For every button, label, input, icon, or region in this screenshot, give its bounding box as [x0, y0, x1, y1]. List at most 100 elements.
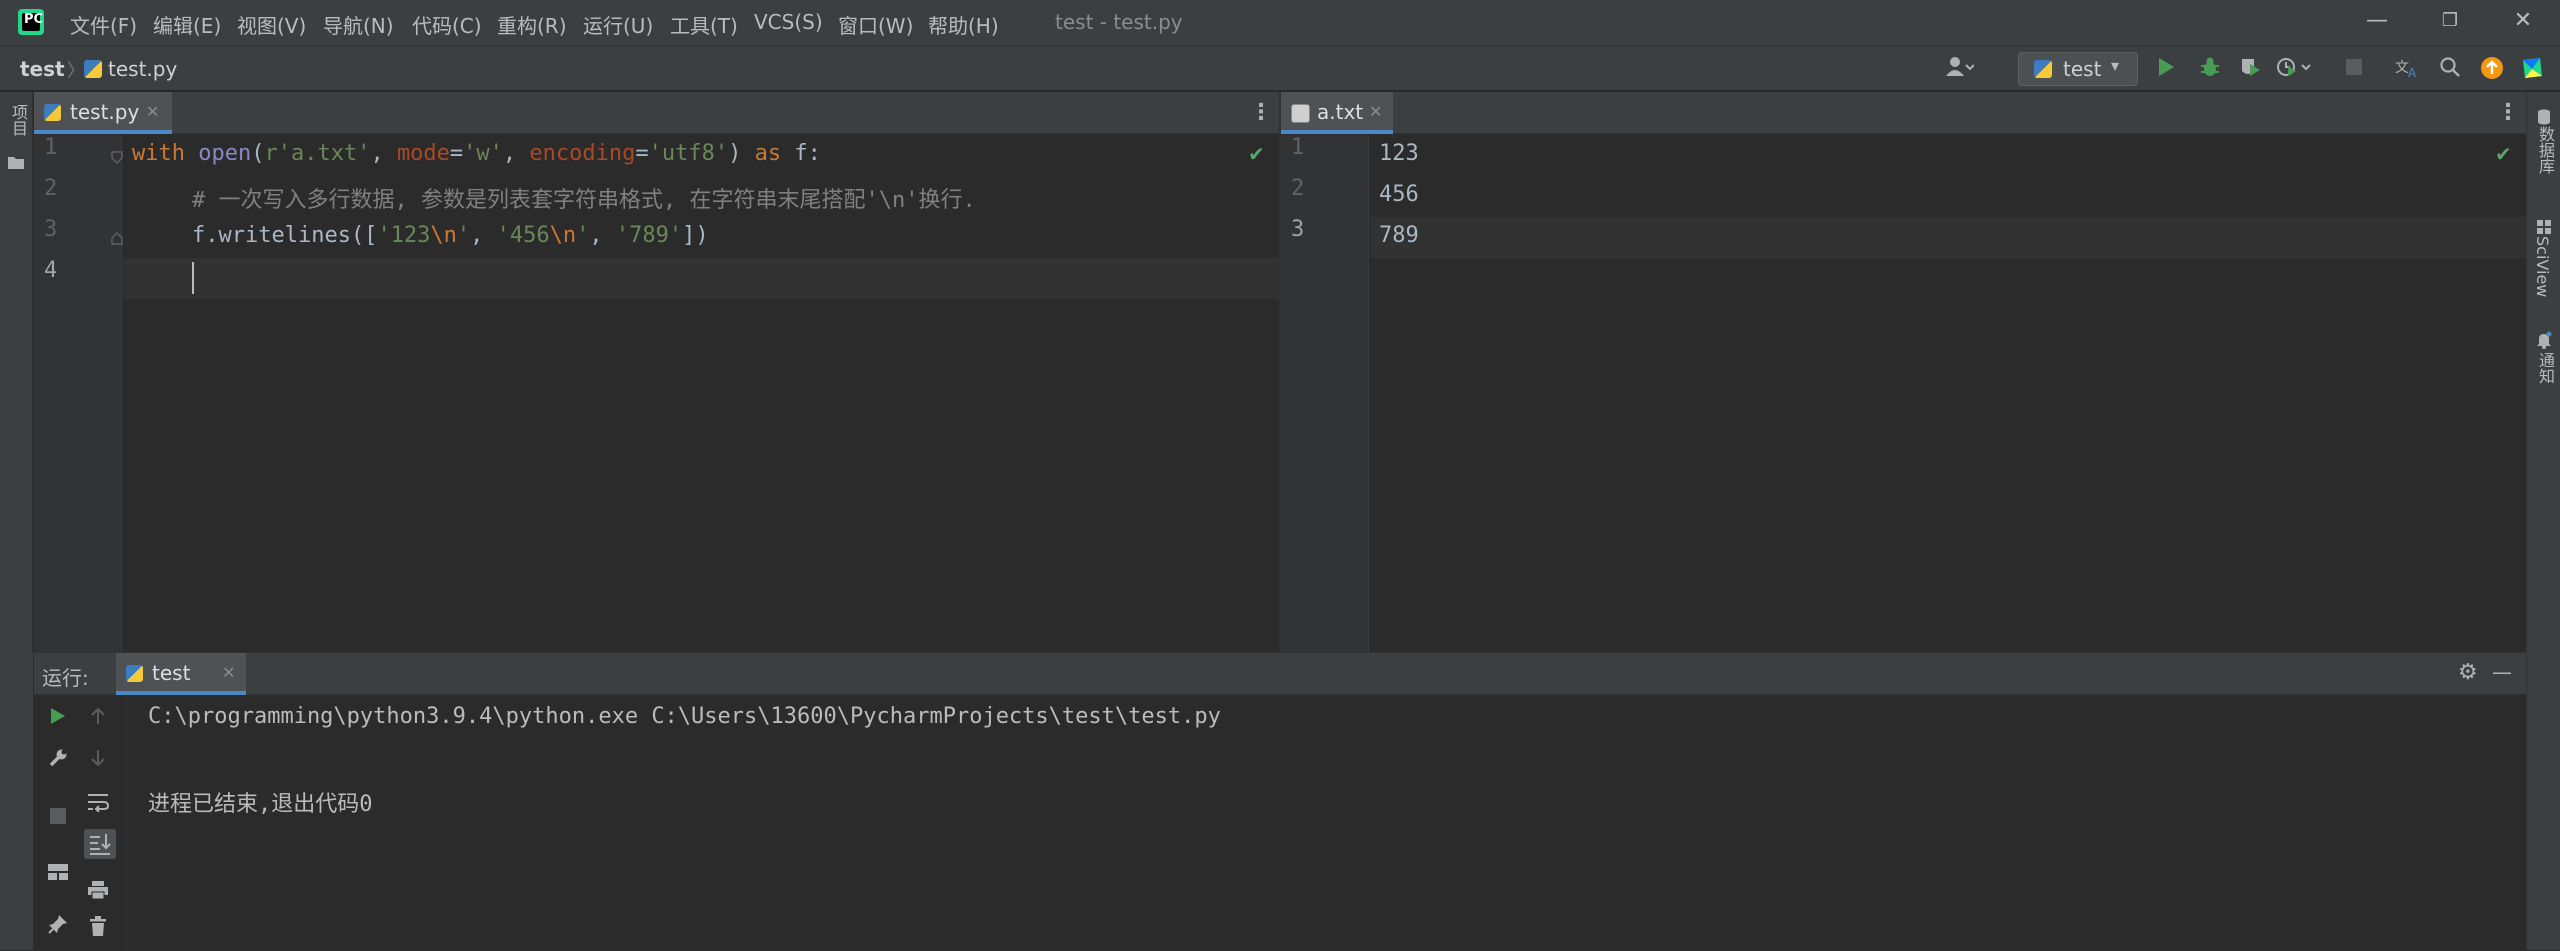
- run-tool-window: 运行: test ✕ ⚙ — C:\programming\python3.9.…: [34, 652, 2526, 951]
- menu-run[interactable]: 运行(U): [583, 10, 653, 39]
- menu-code[interactable]: 代码(C): [412, 10, 482, 39]
- layout-icon[interactable]: [44, 859, 72, 887]
- database-tool-window-button[interactable]: 数据库: [2533, 126, 2557, 174]
- line-number: 3: [1291, 217, 1305, 242]
- close-tab-icon[interactable]: ✕: [1369, 102, 1382, 121]
- profile-icon[interactable]: [2276, 56, 2311, 82]
- notifications-tool-window-button[interactable]: 通知: [2533, 352, 2557, 384]
- console-toolbar-divider: [126, 695, 127, 951]
- project-tool-window-button[interactable]: 项目: [6, 104, 30, 136]
- line-number-gutter: 1 2 3: [1281, 135, 1369, 652]
- tab-a-txt[interactable]: a.txt ✕: [1281, 92, 1393, 134]
- scroll-to-end-button[interactable]: [84, 829, 116, 859]
- restore-icon[interactable]: ❐: [2435, 6, 2465, 36]
- line-number: 3: [44, 217, 58, 242]
- text-line-1: 123: [1379, 141, 1419, 166]
- line-number-gutter: 1 2 3 4: [34, 135, 124, 652]
- coverage-icon[interactable]: [2236, 56, 2264, 82]
- fold-close-icon[interactable]: [110, 227, 124, 251]
- hide-panel-icon[interactable]: —: [2492, 660, 2512, 684]
- stop-icon[interactable]: [44, 803, 72, 831]
- settings-gear-icon[interactable]: ⚙: [2458, 660, 2478, 685]
- title-bar: PC 文件(F) 编辑(E) 视图(V) 导航(N) 代码(C) 重构(R) 运…: [0, 0, 2560, 45]
- run-icon[interactable]: [2152, 56, 2180, 82]
- more-options-icon[interactable]: ⋮: [2497, 100, 2519, 125]
- menu-refactor[interactable]: 重构(R): [497, 10, 567, 39]
- pycharm-logo-icon[interactable]: PC: [18, 9, 44, 35]
- tab-label: test.py: [70, 100, 140, 124]
- svg-text:文: 文: [2395, 60, 2409, 76]
- minimize-icon[interactable]: —: [2362, 6, 2392, 36]
- print-icon[interactable]: [84, 879, 112, 907]
- more-options-icon[interactable]: ⋮: [1250, 100, 1272, 125]
- scroll-up-icon[interactable]: [84, 705, 112, 733]
- close-icon[interactable]: ✕: [2508, 6, 2538, 36]
- run-configuration-label: test: [2063, 57, 2102, 81]
- code-line-3: f.writelines(['123\n', '456\n', '789']): [192, 223, 709, 248]
- wrench-icon[interactable]: [44, 747, 72, 775]
- console-line-exit: 进程已结束,退出代码0: [148, 792, 373, 817]
- soft-wrap-icon[interactable]: [84, 791, 112, 819]
- line-number: 2: [44, 176, 58, 201]
- svg-text:A: A: [2408, 66, 2417, 78]
- sciview-tool-window-button[interactable]: SciView: [2533, 236, 2552, 297]
- search-icon[interactable]: [2436, 56, 2464, 82]
- text-caret: [192, 262, 194, 294]
- code-line-1: with open(r'a.txt', mode='w', encoding='…: [132, 141, 821, 166]
- text-line-2: 456: [1379, 182, 1419, 207]
- bell-icon: [2536, 330, 2552, 354]
- chevron-down-icon: ▾: [2111, 56, 2120, 75]
- run-panel-header: 运行: test ✕ ⚙ —: [34, 653, 2526, 695]
- scroll-down-icon[interactable]: [84, 747, 112, 775]
- console-line-command: C:\programming\python3.9.4\python.exe C:…: [148, 704, 1221, 729]
- right-tool-strip: 数据库 SciView 通知: [2526, 92, 2560, 950]
- line-number: 4: [44, 258, 58, 283]
- editor-tab-bar: a.txt ✕ ⋮: [1281, 92, 2526, 134]
- close-tab-icon[interactable]: ✕: [146, 102, 159, 121]
- line-number: 2: [1291, 176, 1305, 201]
- caret-row-highlight: [123, 258, 1279, 299]
- editor-tab-bar: test.py ✕ ⋮: [34, 92, 1279, 134]
- run-tab-label: test: [152, 661, 191, 685]
- code-line-2-comment: # 一次写入多行数据, 参数是列表套字符串格式, 在字符串末尾搭配'\n'换行.: [192, 188, 976, 213]
- menu-view[interactable]: 视图(V): [237, 10, 306, 39]
- left-tool-strip-lower: [0, 652, 33, 950]
- no-problems-check-icon[interactable]: ✔: [2495, 142, 2512, 166]
- breadcrumb-separator: 〉: [67, 61, 85, 82]
- menu-navigate[interactable]: 导航(N): [323, 10, 394, 39]
- editor-a-txt[interactable]: a.txt ✕ ⋮ 1 2 3 123 456 789 ✔: [1281, 92, 2526, 652]
- editor-test-py[interactable]: test.py ✕ ⋮ 1 2 3 4 with open(r'a.txt', …: [34, 92, 1279, 652]
- menu-file[interactable]: 文件(F): [70, 10, 137, 39]
- run-panel-title: 运行:: [42, 666, 89, 690]
- run-configuration-select[interactable]: test ▾: [2018, 52, 2138, 86]
- menu-edit[interactable]: 编辑(E): [153, 10, 221, 39]
- line-number: 1: [44, 135, 58, 160]
- stop-icon[interactable]: [2340, 56, 2368, 82]
- python-file-icon: [84, 60, 102, 78]
- close-tab-icon[interactable]: ✕: [222, 663, 235, 682]
- menu-vcs[interactable]: VCS(S): [754, 10, 823, 34]
- pin-icon[interactable]: [44, 913, 72, 941]
- tab-test-py[interactable]: test.py ✕: [34, 92, 172, 134]
- breadcrumb-project[interactable]: test: [20, 57, 65, 81]
- menu-help[interactable]: 帮助(H): [928, 10, 999, 39]
- menu-tools[interactable]: 工具(T): [670, 10, 738, 39]
- update-icon[interactable]: [2478, 56, 2506, 82]
- debug-icon[interactable]: [2196, 56, 2224, 82]
- fold-open-icon[interactable]: [110, 145, 124, 169]
- translate-icon[interactable]: 文A: [2394, 56, 2422, 82]
- menu-window[interactable]: 窗口(W): [838, 10, 913, 39]
- user-icon[interactable]: [1946, 56, 1975, 82]
- breadcrumb-file[interactable]: test.py: [108, 57, 177, 81]
- line-number: 1: [1291, 135, 1305, 160]
- navigation-bar: test 〉 test.py test ▾ 文A: [0, 45, 2560, 91]
- python-file-icon: [44, 104, 61, 121]
- folder-icon: [8, 150, 24, 174]
- run-tab-test[interactable]: test ✕: [116, 653, 246, 695]
- rerun-icon[interactable]: [44, 705, 72, 733]
- plugin-icon[interactable]: [2518, 56, 2546, 82]
- left-tool-strip: 项目: [0, 92, 33, 652]
- text-file-icon: [1291, 104, 1310, 123]
- trash-icon[interactable]: [84, 915, 112, 943]
- no-problems-check-icon[interactable]: ✔: [1248, 142, 1265, 166]
